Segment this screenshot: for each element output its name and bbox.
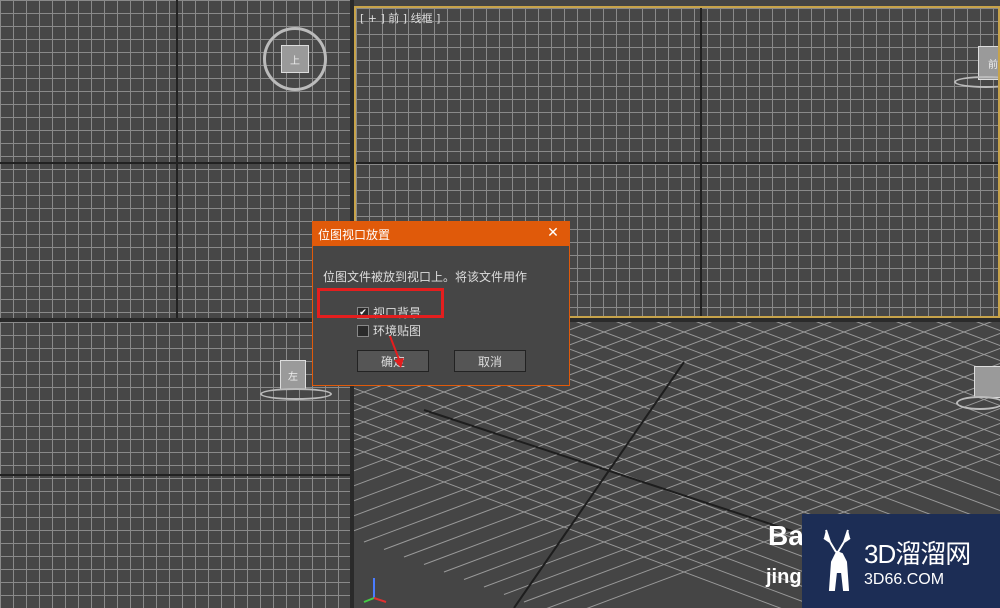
dialog-title: 位图视口放置 — [318, 227, 391, 242]
viewcube-ring[interactable] — [956, 396, 1000, 410]
viewcube-ring[interactable] — [260, 388, 332, 400]
grid-axis-horizontal — [0, 474, 350, 476]
viewcube-left[interactable]: 左 — [280, 360, 306, 390]
watermark-url: 3D66.COM — [864, 570, 945, 588]
viewcube-top[interactable]: 上 — [281, 45, 309, 73]
viewport-label[interactable]: [ + ] 前 ] 线框 ] — [360, 10, 440, 26]
deer-logo-icon — [823, 529, 851, 591]
grid-axis-vertical — [176, 0, 178, 318]
viewport-top[interactable]: 上 — [0, 0, 350, 318]
dialog-message: 位图文件被放到视口上。将该文件用作 — [323, 270, 528, 284]
watermark-brand: 3D溜溜网 — [864, 538, 971, 569]
axis-tripod-icon — [363, 578, 387, 603]
viewcube-front[interactable]: 前 — [978, 46, 998, 80]
grid-axis-horizontal — [356, 162, 998, 164]
checkbox-environment-map[interactable] — [357, 324, 369, 337]
baidu-watermark-sub: jing — [766, 566, 802, 588]
grid-axis-horizontal — [0, 162, 350, 164]
grid-axis-vertical — [700, 8, 702, 316]
viewport-left[interactable]: 左 — [0, 322, 350, 608]
site-watermark: 3D溜溜网 3D66.COM — [802, 514, 1000, 608]
annotation-arrow-icon — [389, 335, 404, 368]
cancel-button[interactable]: 取消 — [454, 350, 526, 372]
baidu-watermark: Ba — [768, 520, 804, 551]
close-icon[interactable]: ✕ — [545, 225, 561, 241]
dialog-titlebar[interactable]: 位图视口放置 ✕ — [313, 222, 569, 246]
annotation-highlight-box — [317, 288, 444, 318]
viewcube-perspective[interactable] — [974, 366, 1000, 398]
